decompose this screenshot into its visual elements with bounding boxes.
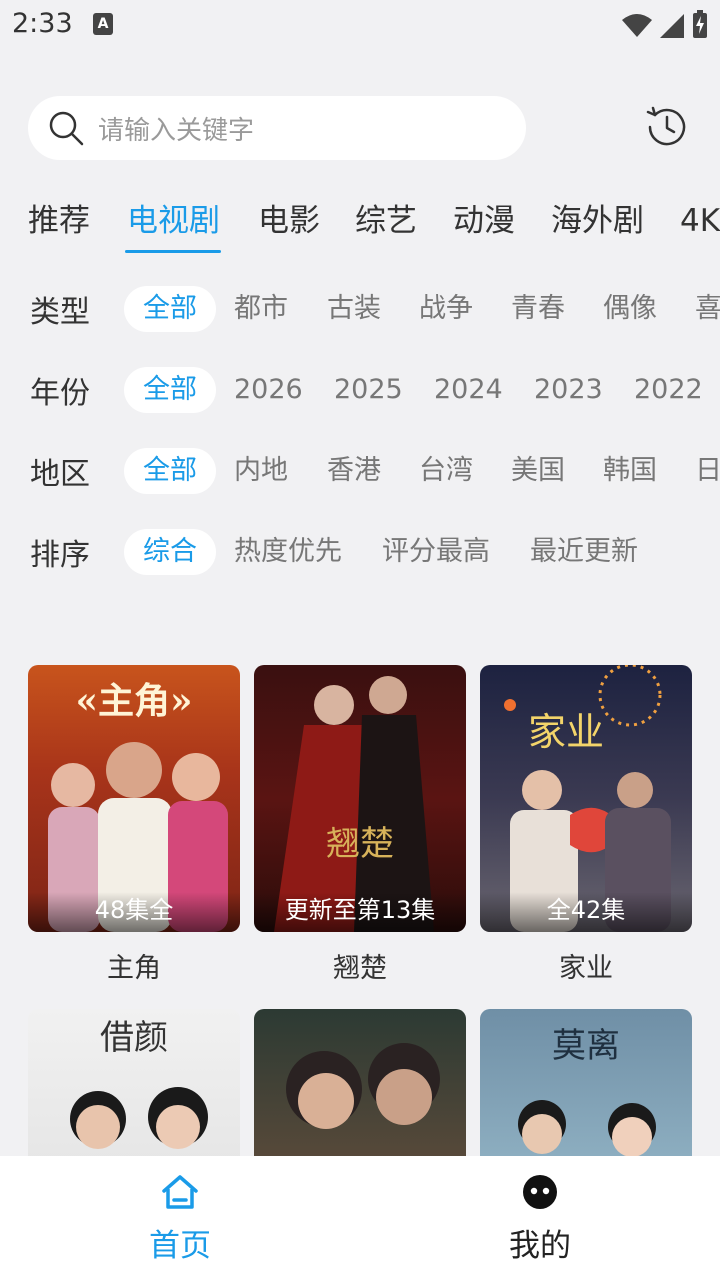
filter-label-region: 地区 <box>30 457 90 492</box>
category-tabs: 推荐 电视剧 电影 综艺 动漫 海外剧 4K <box>28 196 720 256</box>
search-input[interactable]: 请输入关键字 <box>28 96 526 160</box>
chip-region-mainland[interactable]: 内地 <box>234 448 288 494</box>
app-screen: 2:33 A 请输入关键字 推荐 电视剧 电影 综艺 动漫 海外剧 4K 类型 … <box>0 0 720 1280</box>
chip-region-usa[interactable]: 美国 <box>511 448 565 494</box>
chip-region-japan[interactable]: 日 <box>695 448 720 494</box>
card-title: 主角 <box>107 953 161 984</box>
chip-region-korea[interactable]: 韩国 <box>603 448 657 494</box>
card-title: 家业 <box>559 953 613 984</box>
accessibility-notification-icon: A <box>93 13 113 35</box>
poster-image[interactable]: 家业 全42集 <box>480 665 692 932</box>
history-button[interactable] <box>644 104 690 150</box>
chip-year-all[interactable]: 全部 <box>124 367 216 413</box>
episode-caption: 更新至第13集 <box>254 892 466 932</box>
battery-icon <box>693 10 707 38</box>
chip-type-urban[interactable]: 都市 <box>234 286 288 332</box>
chip-year-2026[interactable]: 2026 <box>234 367 303 413</box>
chip-region-hongkong[interactable]: 香港 <box>327 448 381 494</box>
poster-title-art: 莫离 <box>552 1026 620 1066</box>
episode-caption: 48集全 <box>28 892 240 932</box>
filter-label-type: 类型 <box>30 295 90 330</box>
history-icon <box>646 106 686 146</box>
poster-image[interactable]: «主角» 48集全 <box>28 665 240 932</box>
tab-variety[interactable]: 综艺 <box>355 196 417 246</box>
chip-type-costume[interactable]: 古装 <box>327 286 381 332</box>
search-icon <box>49 111 84 146</box>
filter-row-type: 类型 全部 都市 古装 战争 青春 偶像 喜 <box>0 286 720 336</box>
status-bar: 2:33 A <box>0 0 720 50</box>
chip-sort-latest[interactable]: 最近更新 <box>530 529 638 575</box>
chip-year-2024[interactable]: 2024 <box>434 367 503 413</box>
filter-row-sort: 排序 综合 热度优先 评分最高 最近更新 <box>0 529 720 579</box>
nav-profile[interactable]: 我的 <box>460 1174 620 1265</box>
filter-row-region: 地区 全部 内地 香港 台湾 美国 韩国 日 <box>0 448 720 498</box>
chip-sort-overall[interactable]: 综合 <box>124 529 216 575</box>
video-card[interactable]: 翘楚 更新至第13集 翘楚 <box>254 665 466 985</box>
chip-type-all[interactable]: 全部 <box>124 286 216 332</box>
chip-type-idol[interactable]: 偶像 <box>603 286 657 332</box>
chip-year-2023[interactable]: 2023 <box>534 367 603 413</box>
tab-anime[interactable]: 动漫 <box>453 196 515 246</box>
poster-title-art: 借颜 <box>100 1018 168 1058</box>
poster-title-art: «主角» <box>75 680 192 722</box>
active-tab-indicator <box>125 250 221 253</box>
poster-title-art: 翘楚 <box>326 824 394 864</box>
chip-type-youth[interactable]: 青春 <box>511 286 565 332</box>
poster-image[interactable]: 翘楚 更新至第13集 <box>254 665 466 932</box>
video-card[interactable]: «主角» 48集全 主角 <box>28 665 240 985</box>
tab-4k[interactable]: 4K <box>680 196 720 246</box>
episode-caption: 全42集 <box>480 892 692 932</box>
filter-label-year: 年份 <box>30 376 90 411</box>
card-title: 翘楚 <box>333 953 387 984</box>
filter-label-sort: 排序 <box>30 538 90 573</box>
tab-recommend[interactable]: 推荐 <box>28 196 90 246</box>
nav-profile-label: 我的 <box>509 1228 571 1264</box>
signal-icon <box>660 14 684 38</box>
video-card[interactable]: 家业 全42集 家业 <box>480 665 692 985</box>
status-icons <box>622 10 708 38</box>
profile-icon <box>523 1175 557 1209</box>
tab-movies[interactable]: 电影 <box>258 196 320 246</box>
chip-region-all[interactable]: 全部 <box>124 448 216 494</box>
chip-year-2022[interactable]: 2022 <box>634 367 703 413</box>
tab-tv-series[interactable]: 电视剧 <box>127 196 220 246</box>
chip-type-war[interactable]: 战争 <box>419 286 473 332</box>
chip-sort-rating[interactable]: 评分最高 <box>382 529 490 575</box>
status-time: 2:33 <box>12 8 73 39</box>
chip-year-2025[interactable]: 2025 <box>334 367 403 413</box>
nav-home[interactable]: 首页 <box>100 1174 260 1265</box>
filter-row-year: 年份 全部 2026 2025 2024 2023 2022 <box>0 367 720 417</box>
bottom-navigation: 首页 我的 <box>0 1156 720 1280</box>
nav-home-label: 首页 <box>149 1228 211 1264</box>
poster-title-art: 家业 <box>528 710 604 754</box>
chip-type-comedy[interactable]: 喜 <box>695 286 720 332</box>
chip-region-taiwan[interactable]: 台湾 <box>419 448 473 494</box>
tab-overseas[interactable]: 海外剧 <box>551 196 644 246</box>
search-placeholder: 请输入关键字 <box>98 115 255 146</box>
chip-sort-popularity[interactable]: 热度优先 <box>234 529 342 575</box>
home-icon <box>162 1175 198 1209</box>
wifi-icon <box>622 14 652 37</box>
